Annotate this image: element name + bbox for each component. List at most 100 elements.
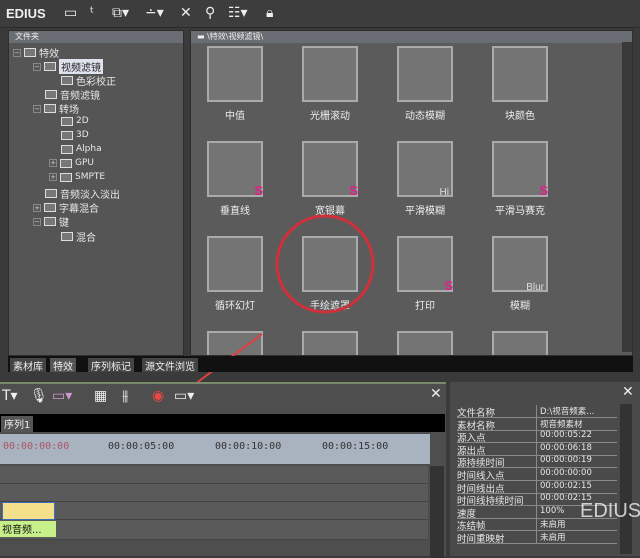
effect-tile[interactable] (397, 46, 453, 102)
track[interactable] (0, 484, 428, 502)
delete-icon[interactable]: ✕ (180, 5, 192, 21)
replace-icon[interactable]: ▭▾ (52, 388, 72, 404)
path-text: \特效\视频滤镜\ (207, 32, 264, 41)
app-logo: EDIUS (6, 6, 46, 21)
track[interactable] (0, 502, 428, 520)
tree-item-title-mix[interactable]: + 字幕混合 (33, 200, 99, 215)
info-row: 时间线入点 00:00:00:00 (457, 468, 617, 482)
time-ruler[interactable]: 00:00:00:00 00:00:05:00 00:00:10:00 00:0… (0, 434, 430, 464)
info-key: 时间线入点 (457, 468, 537, 482)
folder-icon (61, 116, 73, 126)
view-icon[interactable]: ☷▾ (228, 5, 248, 21)
tree-label: 2D (76, 116, 89, 126)
tree-item-color-correction[interactable]: 色彩校正 (61, 73, 116, 88)
effect-label: 宽银幕 (315, 206, 345, 217)
tree-item-keys[interactable]: − 键 (33, 214, 69, 229)
effect-label: 平滑马赛克 (495, 206, 545, 217)
tree-item-effects[interactable]: − 特效 (13, 45, 59, 60)
folder-icon (61, 232, 73, 241)
grid-scrollbar[interactable] (622, 42, 632, 352)
line-icon[interactable]: ∸▾ (145, 5, 164, 21)
tab-bin[interactable]: 素材库 (10, 358, 46, 373)
folder-icon[interactable]: ▭ (64, 5, 77, 21)
info-row: 源入点 00:00:05:22 (457, 430, 617, 444)
effect-tile[interactable]: S (302, 141, 358, 198)
effect-tile[interactable] (302, 236, 358, 292)
bottom-tabs: 素材库 特效 序列标记 源文件浏览 (8, 356, 633, 373)
effect-label: 中值 (225, 111, 245, 122)
track[interactable] (0, 466, 428, 484)
tree-item-gpu[interactable]: + GPU (49, 158, 94, 168)
tree-label: 色彩校正 (76, 77, 116, 88)
info-key: 时间线持续时间 (457, 493, 537, 507)
effect-tile[interactable] (207, 236, 263, 292)
effect-tile[interactable] (397, 331, 453, 355)
close-icon[interactable]: ✕ (430, 386, 442, 402)
tree-item-smpte[interactable]: + SMPTE (49, 172, 105, 182)
window-icon[interactable]: ▭▾ (174, 388, 194, 404)
effect-tile[interactable]: Hi (397, 141, 453, 198)
tab-sequence-markers[interactable]: 序列标记 (88, 358, 134, 373)
tree-item-2d[interactable]: 2D (61, 116, 89, 126)
effect-tile[interactable]: S (492, 141, 548, 198)
tab-effects[interactable]: 特效 (50, 358, 76, 373)
track[interactable]: 视音频... (0, 520, 428, 540)
microphone-icon[interactable]: 🎙︎ (30, 388, 48, 404)
up-icon[interactable]: ᵗ (90, 5, 94, 21)
lock-icon[interactable]: 🔒︎ (266, 5, 273, 21)
effect-tile[interactable] (207, 46, 263, 102)
tree-label: 键 (59, 218, 69, 229)
tab-source-browser[interactable]: 源文件浏览 (142, 358, 198, 373)
effect-label: 动态模糊 (405, 111, 445, 122)
info-value: 未启用 (540, 520, 566, 531)
effect-tile[interactable]: Blur (492, 236, 548, 293)
folder-icon (60, 158, 72, 168)
close-icon[interactable]: ✕ (622, 384, 634, 400)
effect-tile[interactable] (207, 331, 263, 355)
tree-item-alpha[interactable]: Alpha (61, 144, 102, 154)
folder-icon (44, 62, 56, 71)
badge: S (254, 183, 263, 198)
info-key: 源持续时间 (457, 455, 537, 469)
effect-tile[interactable] (302, 331, 358, 355)
folder-icon (44, 104, 56, 113)
color-icon[interactable]: ◉ (152, 388, 164, 404)
tree-label: 音频滤镜 (60, 91, 100, 102)
effect-tile[interactable] (302, 46, 358, 102)
timeline-scrollbar[interactable] (430, 466, 444, 558)
tree-label: 转场 (59, 105, 79, 116)
tree-item-transitions[interactable]: − 转场 (33, 101, 79, 116)
folder-icon (61, 76, 73, 85)
info-row: 源持续时间 00:00:00:19 (457, 455, 617, 469)
video-clip[interactable] (2, 502, 55, 520)
mixer-icon[interactable]: ⫵ (122, 388, 128, 404)
watermark: EDIUS (580, 500, 640, 522)
effect-tile[interactable] (492, 46, 548, 102)
info-key: 速度 (457, 505, 537, 520)
info-value: 00:00:00:19 (540, 455, 592, 466)
tree-item-blend[interactable]: 混合 (61, 229, 96, 244)
info-value: 00:00:05:22 (540, 430, 592, 441)
badge: Blur (526, 282, 544, 293)
table-icon[interactable]: ▦ (94, 388, 107, 404)
tree-item-3d[interactable]: 3D (61, 130, 89, 140)
folder-view-icon[interactable]: ⧉▾ (112, 5, 129, 21)
tree-item-audio-fade[interactable]: 音频淡入淡出 (45, 186, 120, 201)
effect-label: 垂直线 (220, 206, 250, 217)
effect-tile[interactable]: S (397, 236, 453, 293)
tree-item-audio-filters[interactable]: 音频滤镜 (45, 87, 100, 102)
sequence-bar: 序列1 (0, 414, 445, 432)
title-icon[interactable]: T▾ (2, 388, 18, 404)
effect-tile[interactable]: S (207, 141, 263, 198)
info-scrollbar[interactable] (620, 404, 632, 554)
tab-sequence1[interactable]: 序列1 (1, 416, 34, 432)
search-icon[interactable]: ⚲ (205, 5, 215, 21)
info-key: 时间重映射 (457, 531, 537, 545)
effect-tile[interactable] (492, 331, 548, 355)
tree-item-video-filters[interactable]: − 视频滤镜 (33, 59, 103, 74)
badge: S (539, 183, 548, 198)
badge: S (349, 183, 358, 198)
clip-label[interactable]: 视音频... (0, 521, 56, 537)
effect-label: 模糊 (510, 301, 530, 312)
info-value: 00:00:06:18 (540, 442, 592, 453)
